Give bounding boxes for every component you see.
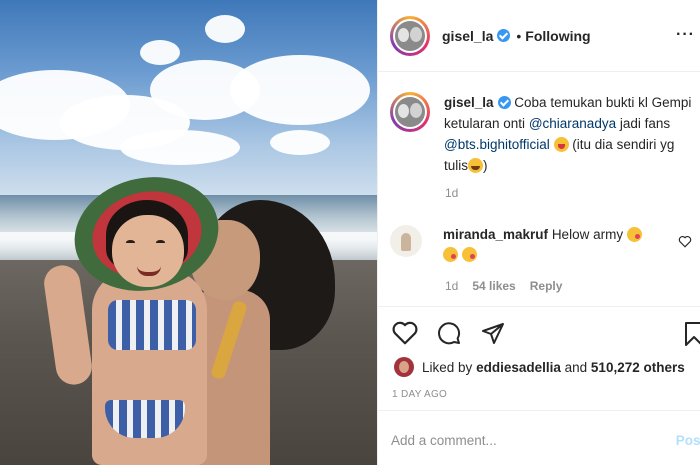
comment-likes[interactable]: 54 likes: [472, 279, 515, 293]
liker-username[interactable]: eddiesadellia: [476, 360, 561, 375]
comment-icon[interactable]: [436, 321, 462, 345]
verified-badge-icon: [497, 29, 511, 42]
caption-avatar[interactable]: [390, 92, 430, 132]
add-comment-input[interactable]: Add a comment...: [391, 433, 497, 448]
liker-avatar[interactable]: [394, 357, 414, 377]
comment-text: miranda_makruf Helow army: [443, 225, 673, 265]
kissing-face-emoji-icon: [626, 227, 642, 242]
post-sidebar: gisel_la • Following ··· gisel_la Coba t…: [377, 0, 700, 465]
post-header: gisel_la • Following ···: [378, 0, 700, 72]
photo-cloud: [140, 40, 180, 65]
post-caption: gisel_la Coba temukan bukti kl Gempi ket…: [390, 92, 698, 176]
comment-username[interactable]: miranda_makruf: [443, 227, 548, 242]
comment-time[interactable]: 1d: [445, 279, 458, 293]
more-options-icon[interactable]: ···: [676, 26, 695, 44]
post-actions: Liked by eddiesadellia and 510,272 other…: [378, 306, 700, 410]
header-username[interactable]: gisel_la: [442, 28, 493, 44]
photo-cloud: [270, 130, 330, 155]
likes-joiner: and: [564, 359, 588, 375]
likes-prefix: Liked by: [422, 359, 473, 375]
mention-link[interactable]: @chiaranadya: [529, 116, 616, 131]
kissing-face-emoji-icon: [461, 247, 477, 262]
bookmark-icon[interactable]: [684, 321, 700, 347]
post-photo[interactable]: [0, 0, 377, 465]
caption-text: gisel_la Coba temukan bukti kl Gempi ket…: [444, 92, 698, 176]
girl-swimsuit-top: [108, 300, 196, 350]
mention-link[interactable]: @bts.bighitofficial: [444, 137, 550, 152]
laughing-emoji-icon: [468, 158, 484, 173]
photo-cloud: [230, 55, 370, 125]
photo-cloud: [205, 15, 245, 43]
girl-eye: [126, 240, 135, 245]
likes-summary: Liked by eddiesadellia and 510,272 other…: [394, 357, 685, 377]
reply-button[interactable]: Reply: [530, 279, 563, 293]
profile-avatar[interactable]: [390, 15, 430, 56]
verified-badge-icon: [497, 96, 511, 109]
caption-body-4: ): [483, 158, 488, 173]
pouting-face-emoji-icon: [553, 137, 569, 152]
share-icon[interactable]: [480, 321, 506, 345]
girl-face: [112, 215, 184, 287]
comment-meta: 1d 54 likes Reply: [445, 279, 562, 293]
girl-eye: [156, 240, 165, 245]
add-comment-bar: Add a comment... Post: [378, 410, 700, 465]
caption-body-2: jadi fans: [619, 116, 671, 131]
comment-item: miranda_makruf Helow army: [390, 225, 698, 265]
heart-icon[interactable]: [392, 321, 418, 345]
post-comment-button[interactable]: Post: [676, 433, 700, 448]
kissing-face-emoji-icon: [443, 247, 458, 262]
following-button[interactable]: Following: [525, 28, 590, 44]
caption-username[interactable]: gisel_la: [444, 95, 494, 110]
comment-body: Helow army: [551, 227, 624, 242]
header-separator: •: [516, 27, 522, 44]
comment-like-heart-icon[interactable]: [678, 235, 692, 248]
likes-count[interactable]: 510,272 others: [591, 360, 685, 375]
comment-avatar[interactable]: [390, 225, 422, 257]
caption-time[interactable]: 1d: [445, 186, 458, 200]
post-timestamp[interactable]: 1 DAY AGO: [392, 389, 447, 400]
photo-cloud: [120, 130, 240, 165]
